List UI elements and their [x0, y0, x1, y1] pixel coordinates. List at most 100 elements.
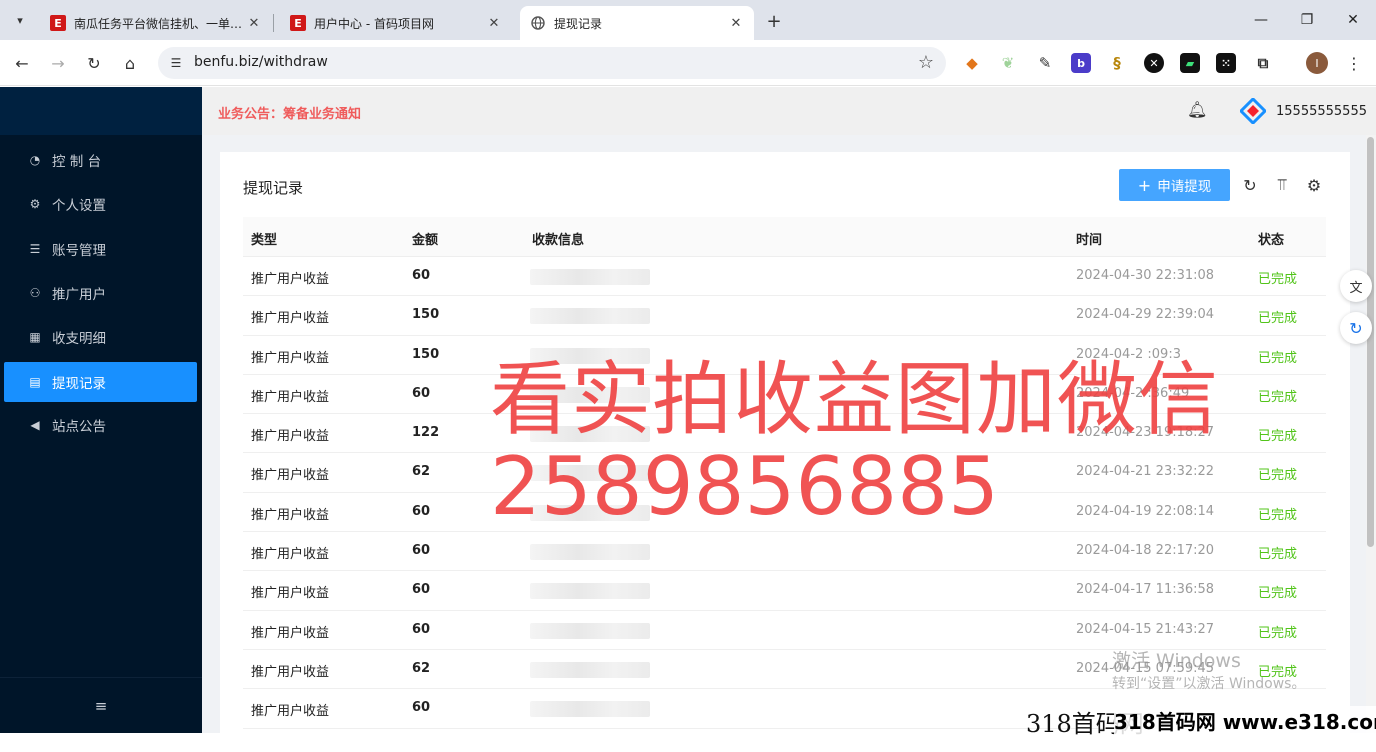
sidebar-item-settings[interactable]: ⚙ 个人设置	[4, 184, 197, 224]
cell-time: 2024-04-17 11:36:58	[1076, 582, 1215, 598]
cell-payee-redacted	[530, 544, 650, 561]
globe-icon	[530, 15, 546, 31]
sidebar-item-label: 站点公告	[52, 419, 106, 435]
sidebar-item-transactions[interactable]: ▦ 收支明细	[4, 317, 197, 357]
cell-amount: 60	[412, 385, 431, 401]
cell-payee-redacted	[530, 583, 650, 600]
menu-collapse-icon[interactable]: ≡	[0, 677, 202, 733]
app-logo-icon	[1238, 96, 1268, 126]
cell-amount: 60	[412, 268, 431, 283]
site-favicon-icon: E	[50, 15, 66, 31]
extensions-puzzle-icon[interactable]: ⧉	[1253, 53, 1273, 73]
cell-status: 已完成	[1258, 389, 1298, 405]
windows-activation-subtitle: 转到“设置”以激活 Windows。	[1112, 676, 1306, 692]
sidebar-item-withdrawals[interactable]: ▤ 提现记录	[4, 362, 197, 402]
sidebar-item-announcements[interactable]: ◀ 站点公告	[4, 405, 197, 445]
column-height-icon[interactable]: ⫪	[1272, 175, 1292, 195]
browser-toolbar: ← → ↻ ⌂ ☰ benfu.biz/withdraw ☆ ◆ ❦ ✎ b §…	[0, 40, 1376, 86]
cell-type: 推广用户收益	[251, 468, 330, 484]
tab-search-chevron-icon[interactable]: ▾	[8, 8, 32, 32]
tab-title: 用户中心 - 首码项目网	[314, 16, 434, 31]
column-header-time: 时间	[1076, 233, 1103, 248]
cell-type: 推广用户收益	[251, 389, 330, 405]
forward-arrow-icon[interactable]: →	[46, 51, 70, 75]
sidebar-item-label: 收支明细	[52, 331, 106, 347]
column-header-amount: 金额	[412, 233, 439, 248]
cell-status: 已完成	[1258, 311, 1298, 327]
cell-type: 推广用户收益	[251, 547, 330, 563]
okx-extension-icon[interactable]: ⁙	[1216, 53, 1236, 73]
settings-icon[interactable]: ⚙	[1304, 175, 1324, 195]
announcement-notice[interactable]: 业务公告：筹备业务通知	[218, 103, 361, 122]
x-extension-icon[interactable]: ✕	[1144, 53, 1164, 73]
leaf-extension-icon[interactable]: ❦	[998, 53, 1018, 73]
sidebar-item-label: 账号管理	[52, 243, 106, 259]
sidebar-item-accounts[interactable]: ☰ 账号管理	[4, 229, 197, 269]
cell-type: 推广用户收益	[251, 586, 330, 602]
home-icon[interactable]: ⌂	[118, 51, 142, 75]
cell-status: 已完成	[1258, 586, 1298, 602]
site-settings-icon[interactable]: ☰	[166, 53, 186, 73]
cell-time: 2024-04-21 23:32:22	[1076, 464, 1215, 480]
cell-status: 已完成	[1258, 468, 1298, 484]
cell-amount: 60	[412, 700, 431, 716]
cell-type: 推广用户收益	[251, 625, 330, 641]
site-watermark-bold: 318首码网 www.e318.com	[1114, 706, 1376, 735]
bitwarden-extension-icon[interactable]: b	[1071, 53, 1091, 73]
more-menu-icon[interactable]: ⋮	[1344, 52, 1364, 74]
close-icon[interactable]: ✕	[486, 16, 502, 31]
cell-amount: 60	[412, 621, 431, 637]
apply-withdraw-button[interactable]: + 申请提现	[1119, 169, 1230, 201]
address-bar[interactable]: ☰ benfu.biz/withdraw ☆	[158, 47, 946, 79]
cell-time: 2024-04-29 22:39:04	[1076, 307, 1215, 323]
browser-tab-1[interactable]: E 南瓜任务平台微信挂机、一单… ✕	[40, 6, 272, 40]
table-row: 推广用户收益 60 2024-04-18 22:17:20 已完成	[243, 532, 1326, 572]
sidebar-logo-area	[0, 87, 202, 135]
window-close-icon[interactable]: ✕	[1338, 8, 1368, 32]
tab-title: 南瓜任务平台微信挂机、一单…	[74, 16, 243, 31]
column-header-status: 状态	[1258, 233, 1285, 248]
bell-icon[interactable]: 🔔︎	[1187, 100, 1207, 119]
minimize-icon[interactable]: —	[1246, 8, 1276, 32]
assistant-swirl-icon[interactable]: ↻	[1340, 312, 1372, 344]
coin-extension-icon[interactable]: §	[1107, 53, 1127, 73]
pen-extension-icon[interactable]: ✎	[1035, 53, 1055, 73]
user-phone[interactable]: 15555555555	[1276, 104, 1367, 119]
cell-time: 2024-04-30 22:31:08	[1076, 268, 1215, 283]
cell-status: 已完成	[1258, 625, 1298, 641]
translate-icon[interactable]: 文	[1340, 270, 1372, 302]
table-row: 推广用户收益 150 2024-04-29 22:39:04 已完成	[243, 296, 1326, 336]
column-header-payee: 收款信息	[532, 233, 585, 248]
close-icon[interactable]: ✕	[728, 16, 744, 31]
app-header: 业务公告：筹备业务通知 🔔︎ 15555555555	[202, 87, 1376, 135]
cell-payee-redacted	[530, 308, 650, 325]
table-row: 推广用户收益 60 2024-04-15 21:43:27 已完成	[243, 611, 1326, 650]
cell-type: 推广用户收益	[251, 664, 330, 680]
profile-avatar[interactable]: I	[1306, 52, 1328, 74]
metamask-extension-icon[interactable]: ◆	[962, 53, 982, 73]
reload-icon[interactable]: ↻	[82, 51, 106, 75]
ad-overlay-number: 2589856885	[490, 440, 999, 533]
cell-amount: 62	[412, 660, 431, 676]
sidebar-item-referrals[interactable]: ⚇ 推广用户	[4, 273, 197, 313]
restore-icon[interactable]: ❐	[1292, 8, 1322, 32]
new-tab-plus-icon[interactable]: +	[762, 9, 786, 33]
browser-tab-3-active[interactable]: 提现记录 ✕	[520, 6, 754, 40]
cell-amount: 122	[412, 425, 440, 441]
browser-tab-2[interactable]: E 用户中心 - 首码项目网 ✕	[280, 6, 512, 40]
close-icon[interactable]: ✕	[246, 16, 262, 31]
cell-time: 2024-04-15 21:43:27	[1076, 621, 1215, 637]
green-extension-icon[interactable]: ▰	[1180, 53, 1200, 73]
refresh-icon[interactable]: ↻	[1240, 175, 1260, 195]
table-row: 推广用户收益 60 2024-04-17 11:36:58 已完成	[243, 571, 1326, 611]
sidebar-item-dashboard[interactable]: ◔ 控 制 台	[4, 140, 197, 180]
cell-amount: 60	[412, 543, 431, 559]
bookmark-star-icon[interactable]: ☆	[918, 52, 934, 73]
cell-time: 2024-04-19 22:08:14	[1076, 503, 1215, 519]
cell-amount: 150	[412, 307, 440, 323]
url-text: benfu.biz/withdraw	[194, 54, 328, 70]
sidebar: ◔ 控 制 台 ⚙ 个人设置 ☰ 账号管理 ⚇ 推广用户 ▦ 收支明细 ▤ 提现…	[0, 87, 202, 733]
back-arrow-icon[interactable]: ←	[10, 51, 34, 75]
scrollbar-thumb[interactable]	[1367, 137, 1374, 547]
site-favicon-icon: E	[290, 15, 306, 31]
